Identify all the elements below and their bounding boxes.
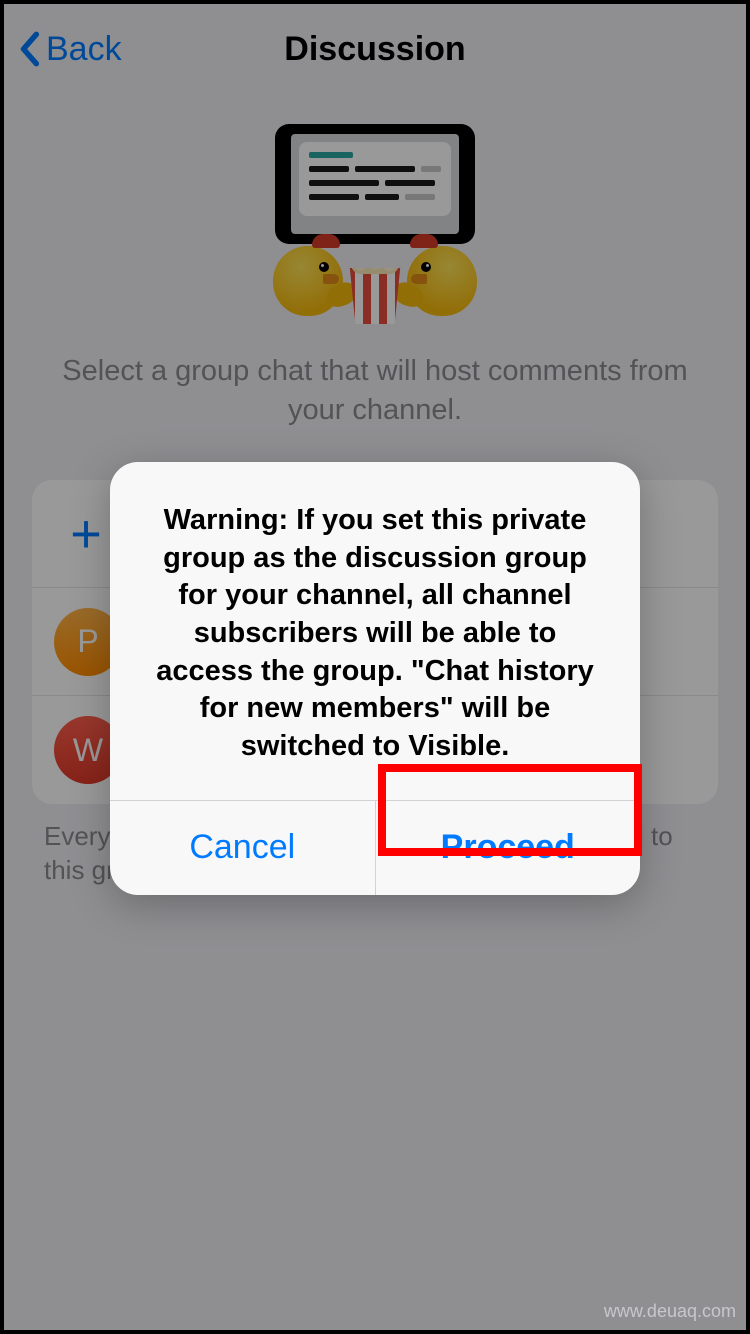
modal-backdrop[interactable]: Warning: If you set this private group a… xyxy=(4,4,746,1330)
alert-message: Warning: If you set this private group a… xyxy=(110,462,640,800)
proceed-button[interactable]: Proceed xyxy=(376,801,641,895)
cancel-button[interactable]: Cancel xyxy=(110,801,376,895)
screen: Back Discussion xyxy=(4,4,746,1330)
alert-dialog: Warning: If you set this private group a… xyxy=(110,462,640,895)
alert-button-row: Cancel Proceed xyxy=(110,800,640,895)
watermark: www.deuaq.com xyxy=(604,1301,736,1322)
